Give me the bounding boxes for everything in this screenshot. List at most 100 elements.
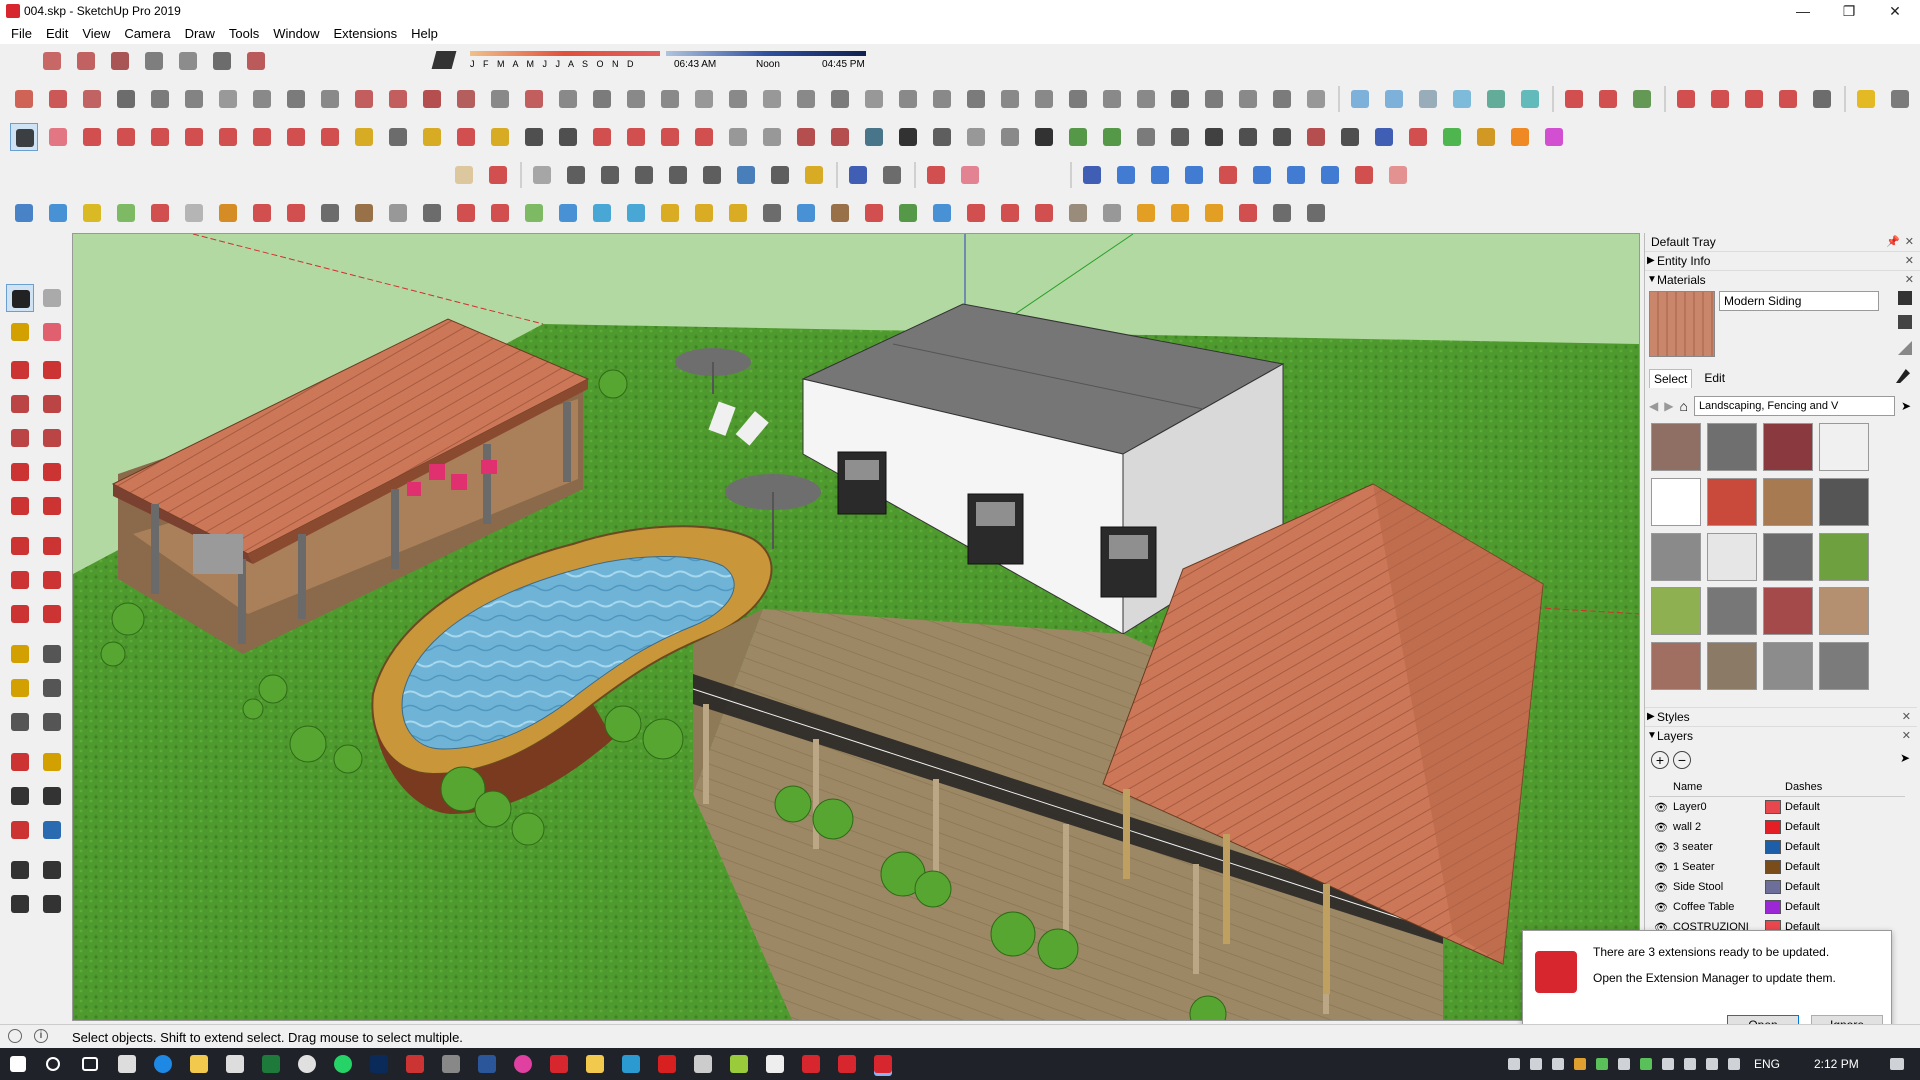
cross-blue-icon[interactable]	[554, 199, 582, 227]
layer-name[interactable]: Layer0	[1673, 801, 1765, 813]
arc-left-icon[interactable]	[6, 458, 34, 486]
dots-icon[interactable]	[1234, 199, 1262, 227]
door-icon[interactable]	[1166, 123, 1194, 151]
material-swatch[interactable]	[1651, 532, 1701, 581]
frame-red-icon[interactable]	[248, 199, 276, 227]
bottom-view-icon[interactable]	[242, 47, 270, 75]
polyline-icon[interactable]	[484, 161, 512, 189]
spring-icon[interactable]	[1200, 85, 1228, 113]
material-swatch[interactable]	[1819, 477, 1869, 526]
arc-shape-icon[interactable]	[732, 161, 760, 189]
layer-dashes[interactable]: Default	[1785, 841, 1820, 853]
layer-row[interactable]: 👁 wall 2 Default	[1649, 817, 1905, 837]
select-tool-icon[interactable]	[10, 123, 38, 151]
entity-info-close-icon[interactable]: ✕	[1905, 254, 1914, 267]
list-icon[interactable]	[282, 199, 310, 227]
page-icon[interactable]	[316, 199, 344, 227]
tray-close-icon[interactable]: ✕	[1905, 235, 1914, 248]
line-tool-icon[interactable]	[350, 85, 378, 113]
col-name[interactable]: Name	[1673, 781, 1785, 793]
app-photo-icon[interactable]	[694, 1055, 712, 1073]
windows-start-icon[interactable]	[10, 1056, 26, 1072]
scene-icon[interactable]	[962, 123, 990, 151]
info-icon[interactable]: i	[34, 1029, 48, 1043]
green-plane-icon[interactable]	[112, 199, 140, 227]
group-icon[interactable]	[826, 123, 854, 151]
sticky-notes-icon[interactable]	[586, 1055, 604, 1073]
back-view-icon[interactable]	[174, 47, 202, 75]
ellipse-shape-icon[interactable]	[664, 161, 692, 189]
circle-shape-icon[interactable]	[596, 161, 624, 189]
smooth-icon[interactable]	[180, 85, 208, 113]
ruler-icon[interactable]	[922, 161, 950, 189]
loop-icon[interactable]	[214, 199, 242, 227]
plane-icon[interactable]	[656, 85, 684, 113]
previous-view-left-icon[interactable]	[38, 816, 66, 844]
layer-row[interactable]: 👁 3 seater Default	[1649, 837, 1905, 857]
rotate-icon[interactable]	[282, 123, 310, 151]
solid-trim-icon[interactable]	[1448, 85, 1476, 113]
look-around-left-icon[interactable]	[38, 856, 66, 884]
wood-icon[interactable]	[350, 199, 378, 227]
lumber-icon[interactable]	[996, 85, 1024, 113]
file-explorer-icon[interactable]	[190, 1055, 208, 1073]
follow-me-left-icon[interactable]	[38, 566, 66, 594]
right-view-icon[interactable]	[140, 47, 168, 75]
tag-icon[interactable]	[1030, 199, 1058, 227]
rail-icon[interactable]	[588, 85, 616, 113]
material-swatch[interactable]	[1651, 477, 1701, 526]
eraser-left-icon[interactable]	[38, 318, 66, 346]
layer-color[interactable]	[1765, 800, 1781, 814]
rectangle-icon[interactable]	[146, 123, 174, 151]
layer-color[interactable]	[1765, 840, 1781, 854]
arrows-down-icon[interactable]	[1214, 161, 1242, 189]
cable-icon[interactable]	[384, 199, 412, 227]
left-view-icon[interactable]	[208, 47, 236, 75]
material-swatch[interactable]	[1763, 642, 1813, 691]
tray-icon-4[interactable]	[1574, 1058, 1586, 1070]
material-swatch[interactable]	[1651, 642, 1701, 691]
menu-camera[interactable]: Camera	[117, 22, 177, 44]
fillet-icon[interactable]	[112, 85, 140, 113]
settings-gear-icon[interactable]	[1030, 123, 1058, 151]
layers-close-icon[interactable]: ✕	[1902, 729, 1911, 742]
create-material-icon[interactable]	[1898, 315, 1912, 329]
tray-icon-8[interactable]	[1662, 1058, 1674, 1070]
offset-curve-icon[interactable]	[878, 161, 906, 189]
dimension-left-icon[interactable]	[38, 640, 66, 668]
layer-row[interactable]: 👁 Coffee Table Default	[1649, 897, 1905, 917]
white-plane-icon[interactable]	[180, 199, 208, 227]
material-swatch[interactable]	[1763, 423, 1813, 471]
mesh-icon[interactable]	[622, 85, 650, 113]
text-icon[interactable]	[384, 123, 412, 151]
menu-edit[interactable]: Edit	[39, 22, 75, 44]
menu-file[interactable]: File	[4, 22, 39, 44]
entity-info-header[interactable]: ▶ Entity Info ✕	[1645, 251, 1920, 270]
tray-icon-7[interactable]	[1640, 1058, 1652, 1070]
whatsapp-icon[interactable]	[334, 1055, 352, 1073]
delete-layer-icon[interactable]: −	[1673, 751, 1691, 769]
sketchup-task-icon[interactable]	[550, 1055, 568, 1073]
search-icon[interactable]	[46, 1057, 60, 1071]
tray-icon-1[interactable]	[1508, 1058, 1520, 1070]
material-swatch[interactable]	[1707, 532, 1757, 581]
nut-icon[interactable]	[1268, 85, 1296, 113]
freehand-icon[interactable]	[10, 85, 38, 113]
scale-icon[interactable]	[316, 123, 344, 151]
cone-icon[interactable]	[588, 199, 616, 227]
sun-icon[interactable]	[1852, 85, 1880, 113]
curve-icon[interactable]	[78, 85, 106, 113]
layer-row[interactable]: 👁 Layer0 Default	[1649, 797, 1905, 817]
library-dropdown[interactable]: Landscaping, Fencing and V	[1693, 396, 1895, 416]
curviloft-icon[interactable]	[1594, 85, 1622, 113]
tape-left-icon[interactable]	[6, 640, 34, 668]
scale-left-icon[interactable]	[6, 600, 34, 628]
zoom-window-left-icon[interactable]	[38, 782, 66, 810]
align-f-icon[interactable]	[1540, 123, 1568, 151]
month-slider[interactable]	[470, 51, 660, 56]
orbit-icon[interactable]	[452, 123, 480, 151]
make-component-icon[interactable]	[38, 284, 66, 312]
material-preview-swatch[interactable]	[1649, 291, 1715, 357]
task-view-icon[interactable]	[82, 1057, 98, 1071]
beam-icon[interactable]	[860, 85, 888, 113]
